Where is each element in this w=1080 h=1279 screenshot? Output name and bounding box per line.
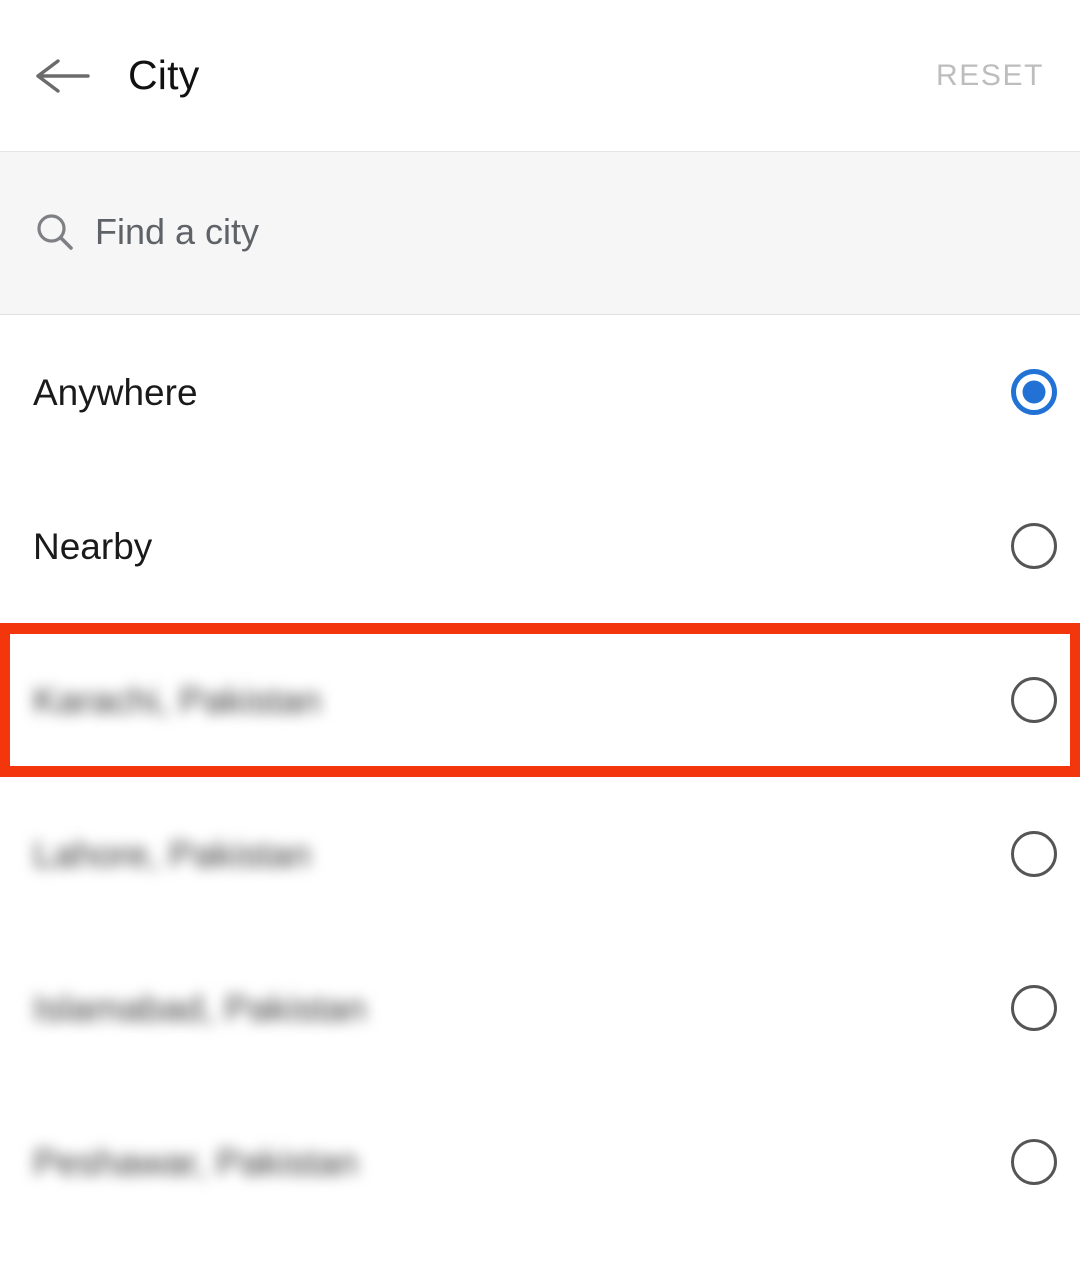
list-item-nearby[interactable]: Nearby [0, 469, 1080, 623]
search-icon [33, 210, 77, 254]
back-button[interactable] [26, 39, 100, 113]
page-title: City [128, 52, 200, 98]
arrow-left-icon [36, 57, 90, 95]
city-list: Anywhere Nearby Karachi, Pakistan Lahore… [0, 315, 1080, 1239]
list-item-label: Lahore, Pakistan [33, 833, 311, 875]
radio-button-peshawar[interactable] [1011, 1139, 1057, 1185]
list-item-label: Karachi, Pakistan [33, 679, 321, 721]
list-item-label: Islamabad, Pakistan [33, 987, 367, 1029]
list-item-lahore[interactable]: Lahore, Pakistan [0, 777, 1080, 931]
search-section [0, 152, 1080, 433]
list-item-anywhere[interactable]: Anywhere [0, 315, 1080, 469]
search-input[interactable] [95, 209, 1048, 255]
list-item-label: Nearby [33, 525, 153, 567]
radio-button-karachi[interactable] [1011, 677, 1057, 723]
list-item-karachi[interactable]: Karachi, Pakistan [0, 623, 1080, 777]
reset-button[interactable]: RESET [932, 49, 1048, 103]
list-item-label: Peshawar, Pakistan [33, 1141, 358, 1183]
radio-button-islamabad[interactable] [1011, 985, 1057, 1031]
app-header: City RESET [0, 0, 1080, 152]
radio-button-anywhere[interactable] [1011, 369, 1057, 415]
list-item-label: Anywhere [33, 371, 198, 413]
search-field[interactable] [33, 204, 1048, 260]
list-item-peshawar[interactable]: Peshawar, Pakistan [0, 1085, 1080, 1239]
radio-button-lahore[interactable] [1011, 831, 1057, 877]
list-item-islamabad[interactable]: Islamabad, Pakistan [0, 931, 1080, 1085]
radio-button-nearby[interactable] [1011, 523, 1057, 569]
